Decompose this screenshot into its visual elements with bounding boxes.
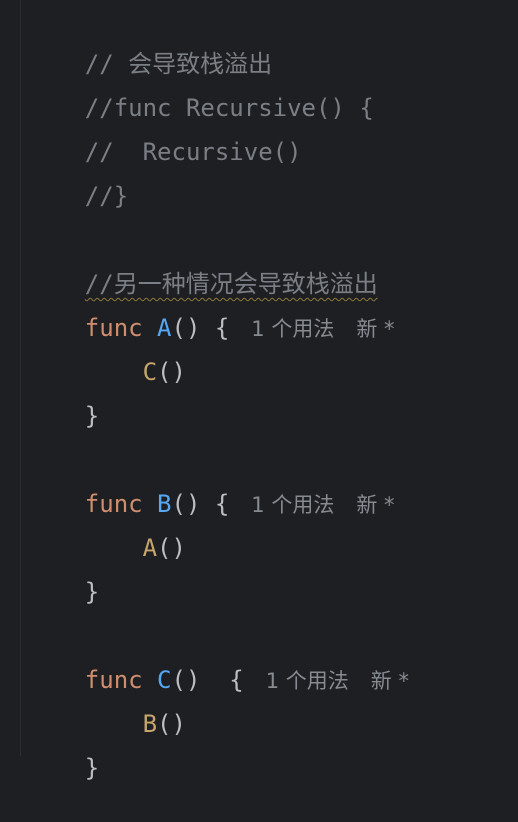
code-line-close-brace: } — [27, 538, 99, 606]
parens: () — [157, 710, 186, 738]
code-line-func-c: func C() {1 个用法新 * — [27, 626, 409, 694]
usages-hint[interactable]: 1 个用法 — [251, 493, 334, 517]
new-author-hint[interactable]: 新 * — [356, 493, 394, 517]
code-line-comment-3: // Recursive() — [27, 98, 302, 166]
parens: () — [157, 358, 186, 386]
usages-hint[interactable]: 1 个用法 — [266, 669, 349, 693]
parens: () — [157, 534, 186, 562]
comment-text: //} — [84, 182, 129, 210]
call-function-a[interactable]: A — [143, 534, 157, 562]
code-line-comment-2: //func Recursive() { — [27, 54, 374, 122]
usages-hint[interactable]: 1 个用法 — [251, 317, 334, 341]
indent-guide — [20, 0, 21, 756]
code-line-call-b: B() — [27, 670, 186, 738]
code-editor[interactable]: // 会导致栈溢出 //func Recursive() { // Recurs… — [0, 0, 518, 782]
code-line-comment-1: // 会导致栈溢出 — [27, 10, 272, 78]
call-function-b[interactable]: B — [143, 710, 157, 738]
code-line-close-brace: } — [27, 714, 99, 782]
code-line-close-brace: } — [27, 362, 99, 430]
close-brace: } — [84, 578, 100, 606]
new-author-hint[interactable]: 新 * — [371, 669, 409, 693]
code-line-comment-4: //} — [27, 142, 128, 210]
close-brace: } — [84, 754, 100, 782]
code-line-call-a: A() — [27, 494, 186, 562]
close-brace: } — [84, 402, 100, 430]
code-line-func-b: func B() {1 个用法新 * — [27, 450, 395, 518]
code-line-call-c: C() — [27, 318, 186, 386]
new-author-hint[interactable]: 新 * — [356, 317, 394, 341]
code-line-func-a: func A() {1 个用法新 * — [27, 274, 395, 342]
code-line-comment-6: //另一种情况会导致栈溢出 — [27, 230, 378, 298]
call-function-c[interactable]: C — [143, 358, 157, 386]
